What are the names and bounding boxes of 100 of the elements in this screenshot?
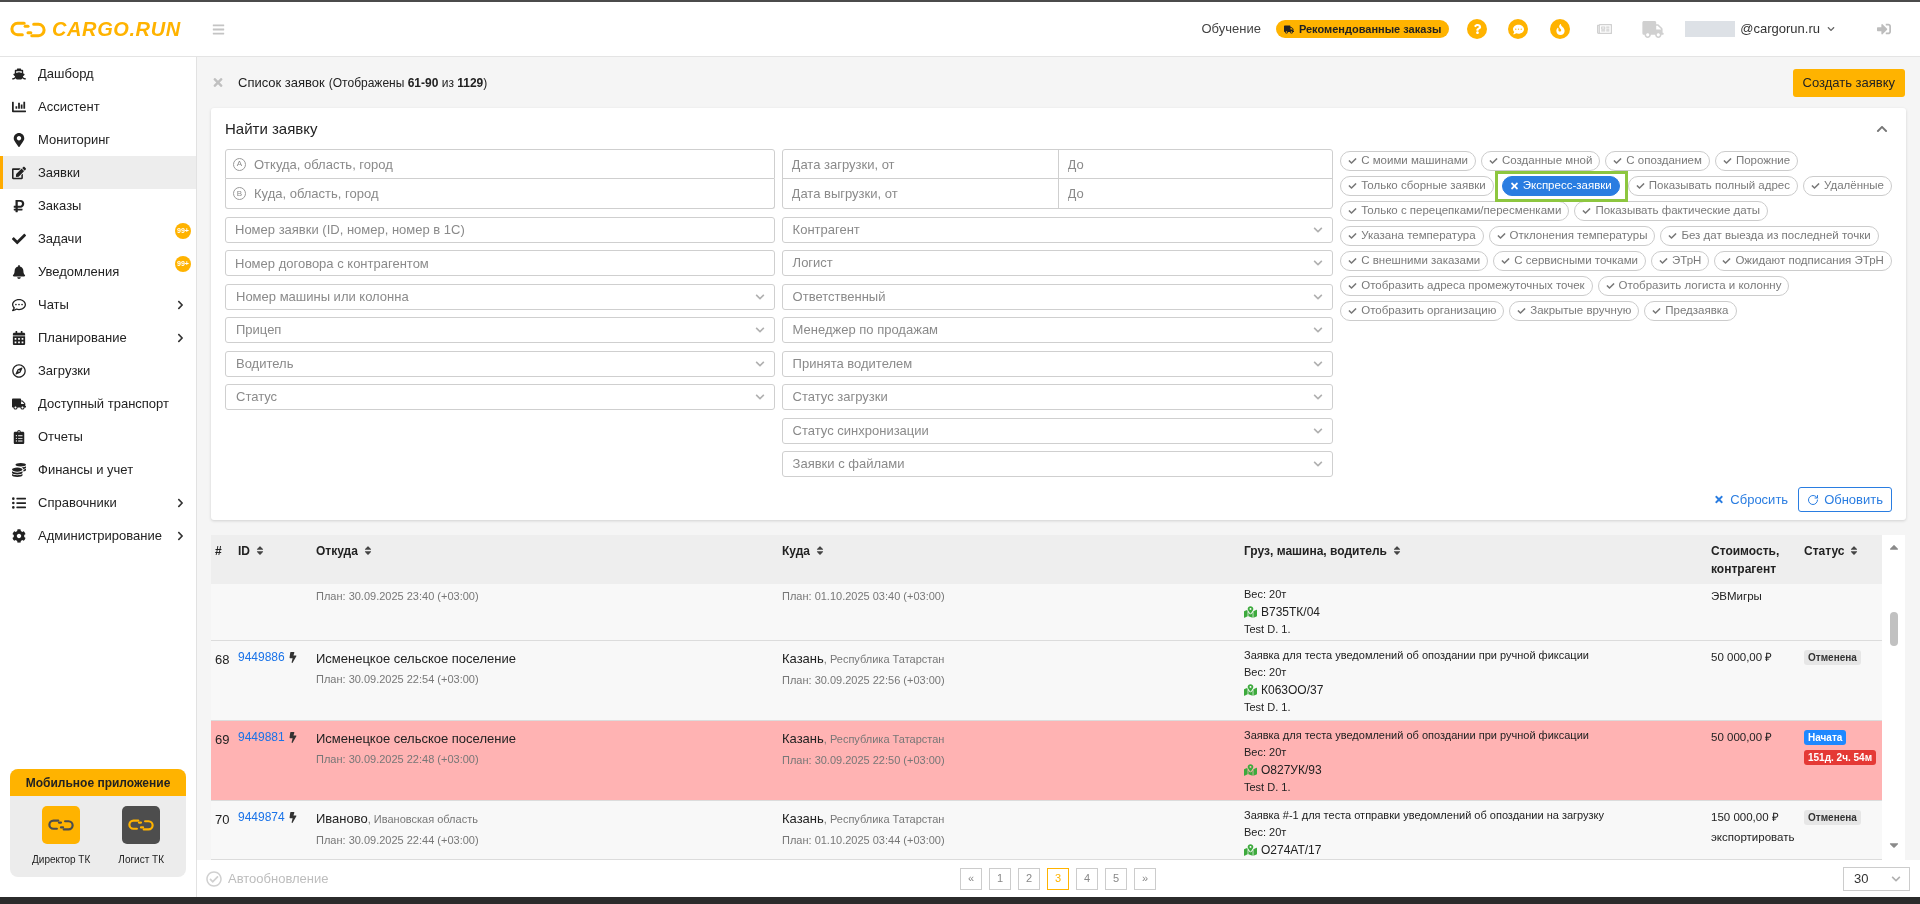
help-icon[interactable] (1467, 19, 1488, 39)
order-id-link[interactable]: 9449886 (238, 646, 285, 668)
menu-icon[interactable] (212, 22, 225, 36)
select-field[interactable]: Статус синхронизации (781, 417, 1334, 444)
page-button[interactable]: 4 (1076, 867, 1098, 890)
select-field[interactable]: Статус (225, 384, 775, 410)
select-field[interactable]: Принята водителем (781, 350, 1334, 377)
order-id-link[interactable]: 9449874 (238, 806, 285, 828)
column-header[interactable]: Откуда (316, 542, 782, 560)
sidebar-item[interactable]: Чаты (0, 288, 196, 321)
sidebar-item[interactable]: Администрирование (0, 519, 196, 552)
document-icon[interactable] (1597, 22, 1613, 36)
select-field[interactable]: Статус загрузки (781, 384, 1334, 410)
sidebar-item[interactable]: Заявки (0, 156, 196, 189)
select-field[interactable]: Ответственный (781, 283, 1334, 310)
filter-tag[interactable]: Только с перецепками/пересменками (1340, 201, 1570, 221)
status-badge: Начата (1804, 729, 1847, 745)
close-icon[interactable] (212, 76, 224, 89)
input-field[interactable]: Номер договора с контрагентом (225, 250, 775, 276)
reset-button[interactable]: Сбросить (1714, 489, 1789, 510)
city-name: Иваново (316, 810, 368, 826)
app-icon[interactable] (122, 806, 161, 844)
select-field[interactable]: Контрагент (781, 216, 1334, 243)
select-field[interactable]: Логист (781, 250, 1334, 276)
filter-tag[interactable]: Без дат выезда из последней точки (1660, 226, 1879, 246)
select-field[interactable]: Менеджер по продажам (781, 317, 1334, 343)
date-field[interactable]: Дата загрузки, от (782, 150, 1059, 179)
sidebar-item[interactable]: Планирование (0, 321, 196, 354)
create-order-button[interactable]: Создать заявку (1792, 68, 1905, 97)
date-field[interactable]: До (1058, 150, 1333, 179)
filter-tag[interactable]: ЭТрН (1651, 251, 1710, 271)
filter-tag[interactable]: Отобразить логиста и колонну (1597, 276, 1790, 296)
route-field[interactable]: A Откуда, область, город (225, 149, 775, 179)
select-field[interactable]: Номер машины или колонна (225, 283, 775, 310)
sidebar-item[interactable]: Финансы и учет (0, 453, 196, 486)
refresh-button[interactable]: Обновить (1798, 487, 1892, 512)
column-header[interactable]: ID (238, 542, 316, 560)
date-field[interactable]: До (1058, 179, 1333, 208)
column-header[interactable]: Груз, машина, водитель (1244, 542, 1711, 560)
select-field[interactable]: Прицеп (225, 317, 775, 343)
sidebar-item[interactable]: Ассистент (0, 90, 196, 123)
recommended-orders-button[interactable]: Рекомендованные заказы (1275, 20, 1450, 38)
cargo-weight: Вес: 20т (1244, 745, 1288, 760)
filter-tag[interactable]: С внешними заказами (1340, 251, 1489, 271)
sidebar-item[interactable]: Загрузки (0, 354, 196, 387)
filter-tag[interactable]: С моими машинами (1340, 151, 1476, 171)
region-name: , Республика Татарстан (823, 812, 945, 825)
filter-tag[interactable]: Удалённые (1803, 176, 1892, 196)
page-button[interactable]: » (1134, 867, 1156, 890)
select-field[interactable]: Заявки с файлами (781, 451, 1334, 477)
page-button[interactable]: 5 (1105, 867, 1127, 890)
filter-tag[interactable]: Отклонения температуры (1488, 226, 1656, 246)
order-id-link[interactable]: 9449881 (238, 726, 285, 748)
filter-tag[interactable]: Показывать полный адрес (1627, 176, 1798, 196)
sidebar-item[interactable]: Заказы (0, 189, 196, 222)
page-button[interactable]: « (960, 867, 982, 890)
truck-icon[interactable] (1641, 20, 1666, 38)
filter-tag[interactable]: Созданные мной (1480, 151, 1601, 171)
filter-tag[interactable]: Только сборные заявки (1340, 176, 1494, 196)
date-field[interactable]: Дата выгрузки, от (782, 179, 1059, 208)
column-header[interactable]: Статус (1804, 542, 1882, 560)
sidebar-item[interactable]: Дашборд (0, 57, 196, 90)
filter-tag[interactable]: Экспресс-заявки (1501, 176, 1620, 196)
select-field[interactable]: Водитель (225, 350, 775, 377)
filter-tag[interactable]: Порожние (1714, 151, 1799, 171)
input-field[interactable]: Откуда, область, город (254, 153, 774, 175)
filter-tag[interactable]: Показывать фактические даты (1574, 201, 1768, 221)
route-field[interactable]: B Куда, область, город (225, 179, 775, 209)
sidebar-item[interactable]: Справочники (0, 486, 196, 519)
check-icon (1501, 257, 1511, 265)
filter-tag[interactable]: Указана температура (1340, 226, 1484, 246)
filter-tag[interactable]: Предзаявка (1644, 301, 1737, 321)
filter-tag[interactable]: С сервисными точками (1493, 251, 1647, 271)
filter-tag[interactable]: Отобразить организацию (1340, 301, 1505, 321)
sidebar-item[interactable]: Отчеты (0, 420, 196, 453)
column-header[interactable]: Куда (782, 542, 1244, 560)
sidebar-item[interactable]: Доступный транспорт (0, 387, 196, 420)
page-size-select[interactable]: 30 (1843, 866, 1910, 891)
chevron-up-icon[interactable] (1876, 123, 1888, 135)
user-menu[interactable]: @cargorun.ru (1685, 19, 1835, 39)
tutorial-link[interactable]: Обучение (1201, 19, 1261, 39)
filter-tag[interactable]: С опозданием (1605, 151, 1710, 171)
sort-icon (1392, 545, 1401, 556)
filter-tag[interactable]: Отобразить адреса промежуточных точек (1340, 276, 1593, 296)
page-button[interactable]: 1 (989, 867, 1011, 890)
coins-icon (12, 462, 26, 477)
close-icon (1509, 181, 1519, 191)
chat-icon[interactable] (1508, 19, 1529, 39)
filter-tag[interactable]: Закрытые вручную (1509, 301, 1640, 321)
sidebar-item[interactable]: Мониторинг (0, 123, 196, 156)
flame-icon[interactable] (1550, 19, 1571, 39)
app-icon[interactable] (42, 806, 81, 844)
scrollbar[interactable] (1882, 535, 1905, 860)
region-name: , Республика Татарстан (823, 732, 945, 745)
logout-icon[interactable] (1877, 22, 1891, 36)
input-field[interactable]: Номер заявки (ID, номер, номер в 1С) (225, 216, 775, 243)
scrollbar-thumb[interactable] (1889, 612, 1898, 646)
page-button[interactable]: 2 (1018, 867, 1040, 890)
input-field[interactable]: Куда, область, город (254, 182, 774, 205)
filter-tag[interactable]: Ожидают подписания ЭТрН (1714, 251, 1892, 271)
